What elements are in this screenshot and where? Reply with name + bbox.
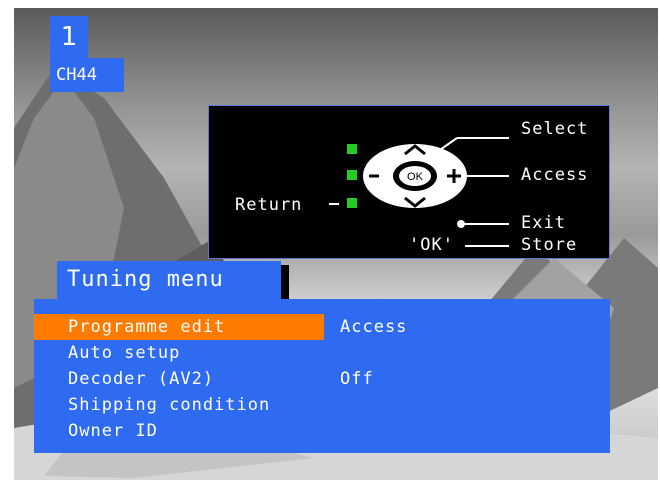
menu-item-value: Access <box>340 317 408 337</box>
ok-button-label: OK <box>407 171 424 183</box>
access-label: Access <box>521 165 589 185</box>
remote-help-panel: OK Select Access Return Exit 'OK' Store <box>209 106 609 258</box>
store-label: Store <box>521 235 578 255</box>
menu-item-label: Auto setup <box>68 343 181 363</box>
menu-item-label: Decoder (AV2) <box>68 369 215 389</box>
menu-item-programme-edit[interactable]: Programme edit Access <box>34 314 610 340</box>
menu-item-owner-id[interactable]: Owner ID <box>34 418 610 444</box>
indicator-square <box>347 170 357 180</box>
menu-item-shipping-condition[interactable]: Shipping condition <box>34 392 610 418</box>
menu-item-value: Off <box>340 369 374 389</box>
ok-store-key-label: 'OK' <box>409 235 454 255</box>
indicator-square <box>347 144 357 154</box>
select-leader-line <box>436 137 458 153</box>
exit-label: Exit <box>521 213 566 233</box>
channel-name: CH44 <box>50 58 124 92</box>
menu-item-label: Programme edit <box>34 314 324 340</box>
channel-number: 1 <box>50 16 88 58</box>
menu-item-label: Owner ID <box>68 421 158 441</box>
channel-indicator: 1 CH44 <box>50 16 124 92</box>
tuning-menu-list: Programme edit Access Auto setup Decoder… <box>34 299 610 453</box>
menu-item-label: Shipping condition <box>68 395 271 415</box>
indicator-square <box>347 198 357 208</box>
menu-item-decoder-av2[interactable]: Decoder (AV2) Off <box>34 366 610 392</box>
menu-item-auto-setup[interactable]: Auto setup <box>34 340 610 366</box>
menu-title: Tuning menu <box>57 261 281 299</box>
select-label: Select <box>521 119 589 139</box>
return-label: Return <box>235 195 303 215</box>
